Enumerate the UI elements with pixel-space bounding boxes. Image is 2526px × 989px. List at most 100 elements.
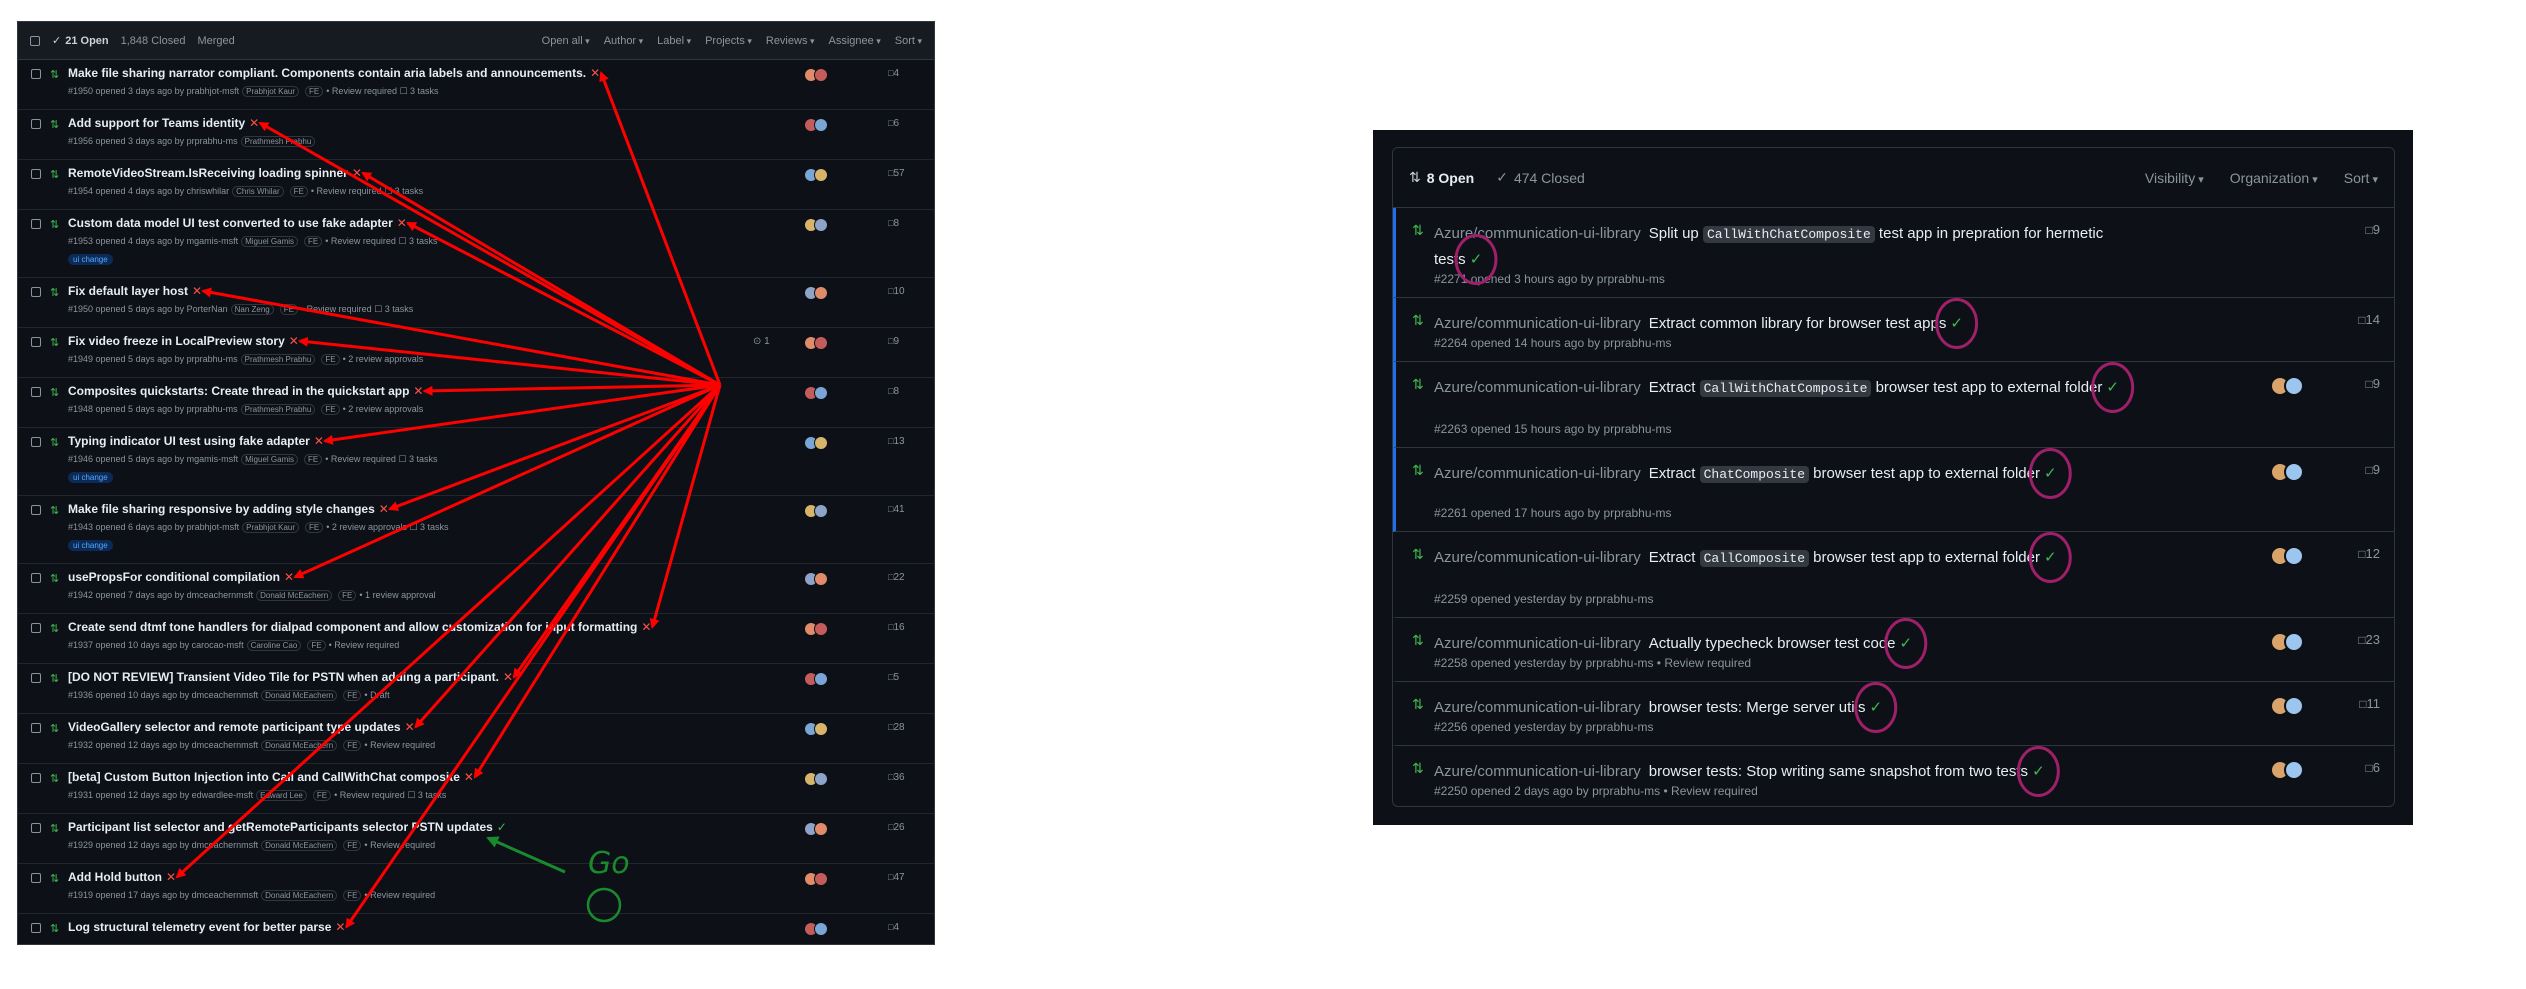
pr-title[interactable]: Fix video freeze in LocalPreview story ✕ <box>68 334 299 348</box>
close-icon[interactable]: ✕ <box>379 502 389 516</box>
avatar-stack[interactable] <box>2270 546 2304 566</box>
pr-title-text[interactable]: Custom data model UI test converted to u… <box>68 216 393 230</box>
repo-name[interactable]: Azure/communication-ui-library <box>1434 763 1641 780</box>
filter-sort[interactable]: Sort <box>2344 170 2378 186</box>
row-checkbox[interactable] <box>31 873 41 883</box>
row-checkbox[interactable] <box>31 219 41 229</box>
assignee-pill[interactable]: FE <box>338 590 357 601</box>
merged-filter-tab[interactable]: Merged <box>197 35 234 47</box>
linked-issue-count[interactable]: ⊙ 1 <box>753 336 770 347</box>
code-span[interactable]: CallWithChatComposite <box>1702 226 1875 243</box>
comment-count[interactable]: 23 <box>2358 632 2380 647</box>
assignee-pill[interactable]: Donald McEachern <box>261 890 338 901</box>
repo-name[interactable]: Azure/communication-ui-library <box>1434 315 1641 332</box>
avatar-stack[interactable] <box>804 822 828 836</box>
pr-title[interactable]: Composites quickstarts: Create thread in… <box>68 384 423 398</box>
pr-title-text[interactable]: Fix default layer host <box>68 284 188 298</box>
row-checkbox[interactable] <box>31 573 41 583</box>
assignee-pill[interactable]: FE <box>307 640 326 651</box>
table-row[interactable]: ⇅ usePropsFor conditional compilation ✕ #19… <box>18 564 934 614</box>
avatar-stack[interactable] <box>2270 376 2304 396</box>
comment-count[interactable]: 41 <box>888 504 904 515</box>
assignee-pill[interactable]: FE <box>321 354 340 365</box>
assignee-pill[interactable]: FE <box>343 690 362 701</box>
avatar-stack[interactable] <box>804 722 828 736</box>
pr-title-text[interactable]: [DO NOT REVIEW] Transient Video Tile for… <box>68 670 499 684</box>
avatar[interactable] <box>814 436 828 450</box>
avatar-stack[interactable] <box>804 922 828 936</box>
comment-count[interactable]: 47 <box>888 872 904 883</box>
avatar[interactable] <box>814 822 828 836</box>
avatar[interactable] <box>814 672 828 686</box>
avatar[interactable] <box>814 872 828 886</box>
comment-count[interactable]: 12 <box>2358 546 2380 561</box>
filter-visibility[interactable]: Visibility <box>2145 170 2204 186</box>
row-checkbox[interactable] <box>31 119 41 129</box>
row-checkbox[interactable] <box>31 169 41 179</box>
pr-title[interactable]: Typing indicator UI test using fake adap… <box>68 434 324 448</box>
assignee-pill[interactable]: Prabhjot Kaur <box>242 86 300 97</box>
comment-count[interactable]: 9 <box>2366 376 2380 391</box>
pr-title-text[interactable]: Extract <box>1649 379 1700 396</box>
close-icon[interactable]: ✕ <box>192 284 202 298</box>
avatar[interactable] <box>814 168 828 182</box>
assignee-pill[interactable]: Prathmesh Prabhu <box>240 354 316 365</box>
assignee-pill[interactable]: FE <box>305 522 324 533</box>
pr-title[interactable]: Make file sharing narrator compliant. Co… <box>68 66 600 80</box>
avatar-stack[interactable] <box>804 772 828 786</box>
pr-title-text[interactable]: Composites quickstarts: Create thread in… <box>68 384 409 398</box>
assignee-pill[interactable]: Donald McEachern <box>261 690 338 701</box>
list-item[interactable]: ⇅ Azure/communication-ui-library Extract C… <box>1393 448 2394 532</box>
assignee-pill[interactable]: FE <box>305 86 324 97</box>
avatar-stack[interactable] <box>804 68 828 82</box>
repo-name[interactable]: Azure/communication-ui-library <box>1434 549 1641 566</box>
filter-sort[interactable]: Sort <box>895 35 922 47</box>
check-icon[interactable]: ✓ <box>1900 635 1913 652</box>
assignee-pill[interactable]: Caroline Cao <box>246 640 302 651</box>
avatar-stack[interactable] <box>804 872 828 886</box>
comment-count[interactable]: 14 <box>2358 312 2380 327</box>
avatar-stack[interactable] <box>2270 760 2304 780</box>
assignee-pill[interactable]: Donald McEachern <box>261 740 338 751</box>
close-icon[interactable]: ✕ <box>464 770 474 784</box>
avatar[interactable] <box>814 286 828 300</box>
assignee-pill[interactable]: Edward Lee <box>256 790 307 801</box>
comment-count[interactable]: 9 <box>2366 222 2380 237</box>
assignee-pill[interactable]: Prathmesh Prabhu <box>240 136 316 147</box>
close-icon[interactable]: ✕ <box>503 670 513 684</box>
pr-title-text[interactable]: Add support for Teams identity <box>68 116 245 130</box>
assignee-pill[interactable]: FE <box>343 890 362 901</box>
repo-name[interactable]: Azure/communication-ui-library <box>1434 699 1641 716</box>
avatar-stack[interactable] <box>804 336 828 350</box>
pr-title-text[interactable]: Fix video freeze in LocalPreview story <box>68 334 285 348</box>
table-row[interactable]: ⇅ [beta] Custom Button Injection into Cal… <box>18 764 934 814</box>
row-checkbox[interactable] <box>31 923 41 933</box>
filter-organization[interactable]: Organization <box>2230 170 2318 186</box>
comment-count[interactable]: 11 <box>2359 696 2381 711</box>
row-checkbox[interactable] <box>31 387 41 397</box>
filter-open-all[interactable]: Open all <box>542 35 590 47</box>
pr-title-text[interactable]: usePropsFor conditional compilation <box>68 570 280 584</box>
avatar[interactable] <box>814 572 828 586</box>
assignee-pill[interactable]: FE <box>343 740 362 751</box>
filter-projects[interactable]: Projects <box>705 35 752 47</box>
table-row[interactable]: ⇅ [DO NOT REVIEW] Transient Video Tile fo… <box>18 664 934 714</box>
pr-title[interactable]: Add Hold button ✕ <box>68 870 176 884</box>
avatar-stack[interactable] <box>804 218 828 232</box>
table-row[interactable]: ⇅ Fix default layer host ✕ #1950 opened 5 d… <box>18 278 934 328</box>
closed-filter-tab[interactable]: 1,848 Closed <box>121 35 186 47</box>
comment-count[interactable]: 16 <box>888 622 904 633</box>
repo-name[interactable]: Azure/communication-ui-library <box>1434 379 1641 396</box>
pr-title[interactable]: Create send dtmf tone handlers for dialp… <box>68 620 651 634</box>
check-icon[interactable]: ✓ <box>1470 251 1483 268</box>
avatar-stack[interactable] <box>804 504 828 518</box>
assignee-pill[interactable]: FE <box>289 186 308 197</box>
code-span[interactable]: ChatComposite <box>1699 466 1810 483</box>
pr-title-text[interactable]: [beta] Custom Button Injection into Call… <box>68 770 460 784</box>
close-icon[interactable]: ✕ <box>289 334 299 348</box>
row-checkbox[interactable] <box>31 437 41 447</box>
filter-author[interactable]: Author <box>604 35 643 47</box>
comment-count[interactable]: 4 <box>888 68 899 79</box>
avatar[interactable] <box>2284 546 2304 566</box>
check-icon[interactable]: ✓ <box>2044 549 2057 566</box>
